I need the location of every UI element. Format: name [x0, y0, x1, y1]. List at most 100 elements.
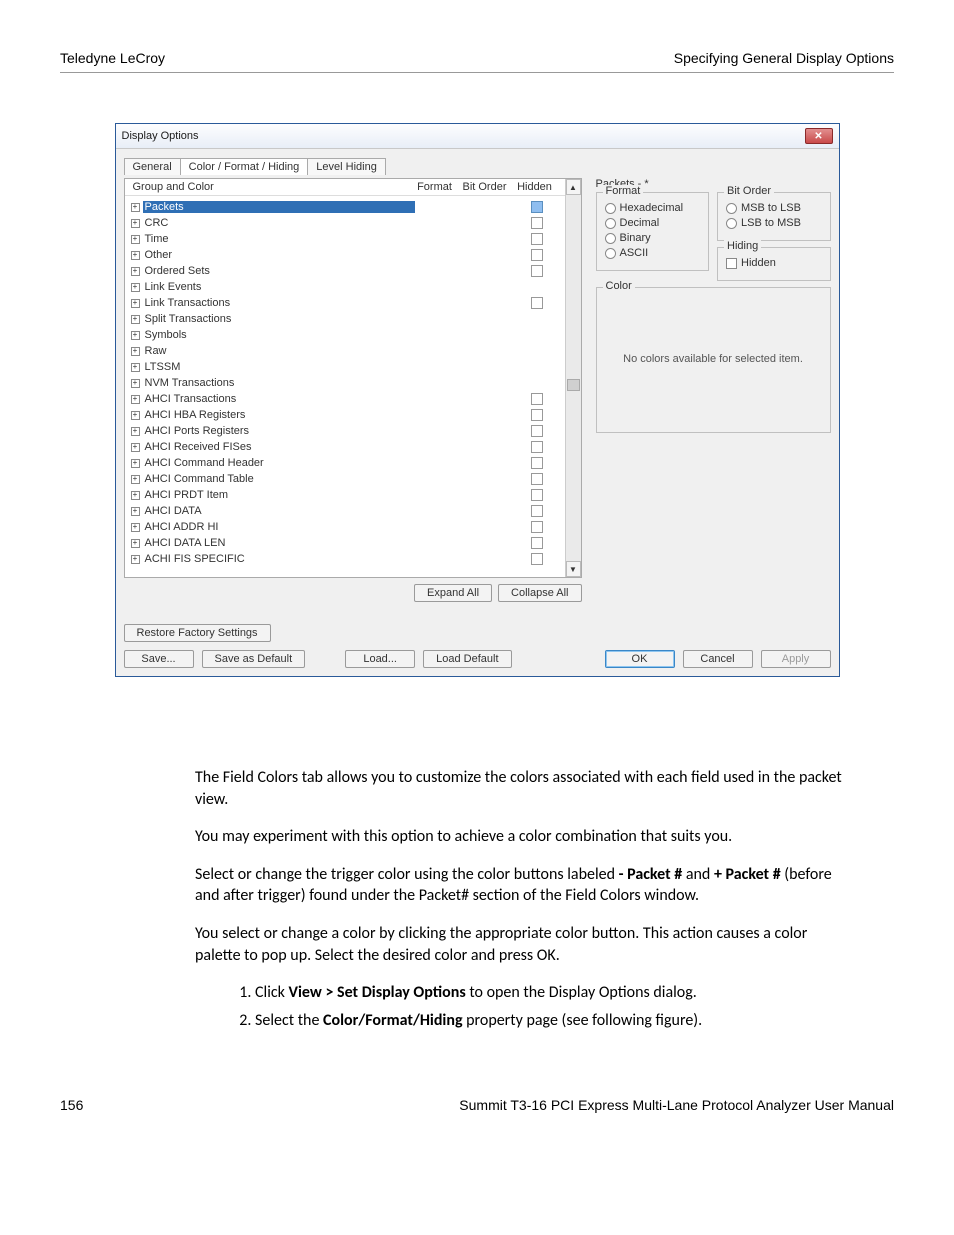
titlebar: Display Options ✕	[116, 124, 839, 149]
apply-button[interactable]: Apply	[761, 650, 831, 668]
expand-icon[interactable]: +	[131, 331, 140, 340]
expand-icon[interactable]: +	[131, 363, 140, 372]
tree-row[interactable]: +AHCI DATA LEN	[125, 535, 565, 551]
tree-row[interactable]: +AHCI Received FISes	[125, 439, 565, 455]
hidden-checkbox[interactable]	[531, 201, 543, 213]
expand-icon[interactable]: +	[131, 411, 140, 420]
tree-row[interactable]: +AHCI ADDR HI	[125, 519, 565, 535]
restore-factory-button[interactable]: Restore Factory Settings	[124, 624, 271, 642]
format-ascii[interactable]: ASCII	[605, 247, 701, 259]
ok-button[interactable]: OK	[605, 650, 675, 668]
expand-all-button[interactable]: Expand All	[414, 584, 492, 602]
header-right: Specifying General Display Options	[674, 50, 894, 66]
tree-row[interactable]: +Packets	[125, 199, 565, 215]
group-and-color-tree: Group and Color Format Bit Order Hidden …	[124, 178, 582, 578]
format-dec[interactable]: Decimal	[605, 217, 701, 229]
hidden-checkbox[interactable]	[531, 297, 543, 309]
hidden-checkbox[interactable]	[531, 553, 543, 565]
tree-row[interactable]: +AHCI DATA	[125, 503, 565, 519]
tree-label: Symbols	[143, 329, 415, 341]
tree-row[interactable]: +Link Transactions	[125, 295, 565, 311]
hidden-checkbox[interactable]	[531, 457, 543, 469]
expand-icon[interactable]: +	[131, 507, 140, 516]
hidden-checkbox[interactable]	[531, 505, 543, 517]
tree-row[interactable]: +AHCI Command Table	[125, 471, 565, 487]
scroll-up-icon[interactable]: ▲	[566, 179, 581, 195]
hiding-group: Hiding Hidden	[717, 247, 831, 281]
hidden-checkbox[interactable]	[531, 409, 543, 421]
expand-icon[interactable]: +	[131, 347, 140, 356]
hiding-hidden[interactable]: Hidden	[726, 257, 822, 269]
hidden-checkbox[interactable]	[531, 265, 543, 277]
save-button[interactable]: Save...	[124, 650, 194, 668]
scroll-thumb[interactable]	[567, 379, 580, 391]
tree-row[interactable]: +AHCI PRDT Item	[125, 487, 565, 503]
hidden-checkbox[interactable]	[531, 425, 543, 437]
tree-row[interactable]: +CRC	[125, 215, 565, 231]
tree-row[interactable]: +Link Events	[125, 279, 565, 295]
expand-icon[interactable]: +	[131, 379, 140, 388]
tab-general[interactable]: General	[124, 158, 181, 175]
tree-row[interactable]: +LTSSM	[125, 359, 565, 375]
bitorder-msb[interactable]: MSB to LSB	[726, 202, 822, 214]
tab-level-hiding[interactable]: Level Hiding	[307, 158, 386, 175]
tree-header: Group and Color Format Bit Order Hidden	[125, 179, 565, 196]
expand-icon[interactable]: +	[131, 539, 140, 548]
hidden-checkbox[interactable]	[531, 249, 543, 261]
format-bin[interactable]: Binary	[605, 232, 701, 244]
load-default-button[interactable]: Load Default	[423, 650, 511, 668]
tree-row[interactable]: +AHCI Ports Registers	[125, 423, 565, 439]
expand-icon[interactable]: +	[131, 203, 140, 212]
tree-row[interactable]: +Other	[125, 247, 565, 263]
bitorder-lsb[interactable]: LSB to MSB	[726, 217, 822, 229]
expand-icon[interactable]: +	[131, 459, 140, 468]
format-hex[interactable]: Hexadecimal	[605, 202, 701, 214]
hidden-checkbox[interactable]	[531, 217, 543, 229]
hidden-checkbox[interactable]	[531, 521, 543, 533]
tree-row[interactable]: +NVM Transactions	[125, 375, 565, 391]
expand-icon[interactable]: +	[131, 219, 140, 228]
display-options-dialog: Display Options ✕ General Color / Format…	[115, 123, 840, 677]
save-as-default-button[interactable]: Save as Default	[202, 650, 306, 668]
expand-icon[interactable]: +	[131, 251, 140, 260]
tree-row[interactable]: +Split Transactions	[125, 311, 565, 327]
tree-row[interactable]: +Time	[125, 231, 565, 247]
collapse-all-button[interactable]: Collapse All	[498, 584, 581, 602]
hidden-checkbox[interactable]	[531, 473, 543, 485]
tree-scrollbar[interactable]: ▲ ▼	[565, 179, 581, 577]
tree-row[interactable]: +AHCI HBA Registers	[125, 407, 565, 423]
expand-icon[interactable]: +	[131, 475, 140, 484]
expand-icon[interactable]: +	[131, 443, 140, 452]
tree-row[interactable]: +AHCI Command Header	[125, 455, 565, 471]
tree-row[interactable]: +Raw	[125, 343, 565, 359]
tree-label: LTSSM	[143, 361, 415, 373]
expand-icon[interactable]: +	[131, 491, 140, 500]
tree-row[interactable]: +Ordered Sets	[125, 263, 565, 279]
expand-icon[interactable]: +	[131, 235, 140, 244]
tab-color-format-hiding[interactable]: Color / Format / Hiding	[180, 158, 309, 175]
tree-label: Link Events	[143, 281, 415, 293]
expand-icon[interactable]: +	[131, 267, 140, 276]
hidden-checkbox[interactable]	[531, 393, 543, 405]
tree-label: Link Transactions	[143, 297, 415, 309]
expand-icon[interactable]: +	[131, 395, 140, 404]
tree-label: Ordered Sets	[143, 265, 415, 277]
hidden-checkbox[interactable]	[531, 441, 543, 453]
expand-icon[interactable]: +	[131, 427, 140, 436]
tree-row[interactable]: +AHCI Transactions	[125, 391, 565, 407]
hidden-checkbox[interactable]	[531, 233, 543, 245]
cancel-button[interactable]: Cancel	[683, 650, 753, 668]
tree-row[interactable]: +Symbols	[125, 327, 565, 343]
expand-icon[interactable]: +	[131, 315, 140, 324]
hidden-checkbox[interactable]	[531, 489, 543, 501]
hidden-checkbox[interactable]	[531, 537, 543, 549]
scroll-down-icon[interactable]: ▼	[566, 561, 581, 577]
tree-row[interactable]: +ACHI FIS SPECIFIC	[125, 551, 565, 567]
expand-icon[interactable]: +	[131, 299, 140, 308]
expand-icon[interactable]: +	[131, 555, 140, 564]
expand-icon[interactable]: +	[131, 523, 140, 532]
expand-icon[interactable]: +	[131, 283, 140, 292]
close-button[interactable]: ✕	[805, 128, 833, 144]
tree-label: Other	[143, 249, 415, 261]
load-button[interactable]: Load...	[345, 650, 415, 668]
